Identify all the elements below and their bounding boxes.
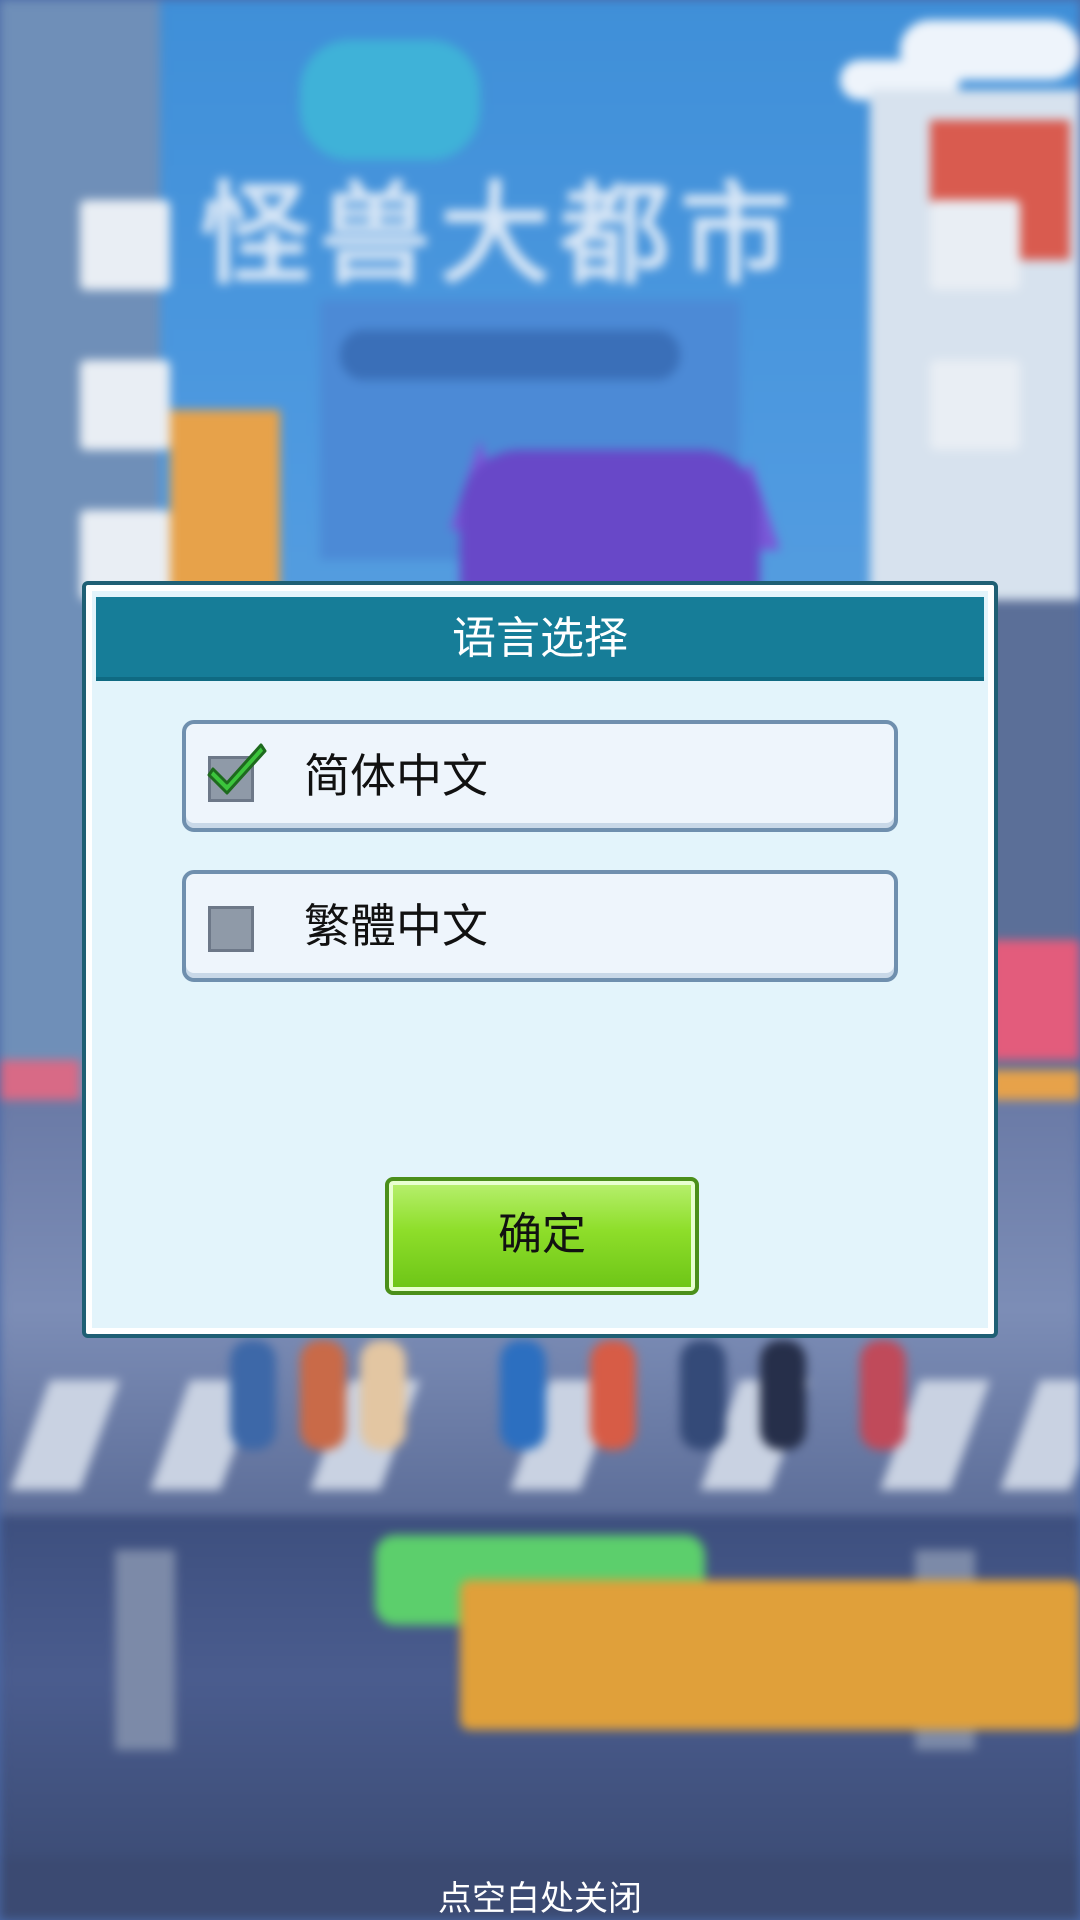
language-dialog: 语言选择 简体中文 繁體中文 确定 (82, 581, 998, 1338)
sign-icon (80, 360, 170, 450)
pedestrian (860, 1340, 906, 1450)
sign-icon (80, 200, 170, 290)
pedestrian (760, 1340, 806, 1450)
sign-icon (930, 360, 1020, 450)
sign-icon (930, 200, 1020, 290)
building (990, 940, 1080, 1060)
station-pillar (115, 1550, 175, 1750)
close-hint-text[interactable]: 点空白处关闭 (0, 1878, 1080, 1920)
game-logo: 怪兽大都市 (200, 171, 800, 299)
pedestrian (590, 1340, 636, 1450)
logo-subtitle-plate (340, 330, 680, 380)
language-option-traditional[interactable]: 繁體中文 (182, 870, 898, 982)
dragon-character (300, 40, 480, 160)
dialog-title: 语言选择 (452, 613, 628, 664)
dialog-title-bar: 语言选择 (96, 597, 984, 681)
checkbox-unchecked[interactable] (208, 906, 254, 952)
pedestrian (360, 1340, 406, 1450)
language-label: 繁體中文 (304, 899, 488, 953)
checkmark-icon (207, 743, 267, 795)
pedestrian (500, 1340, 546, 1450)
confirm-label: 确定 (498, 1209, 586, 1260)
checkbox-checked[interactable] (207, 743, 267, 802)
language-label: 简体中文 (304, 749, 488, 803)
language-option-simplified[interactable]: 简体中文 (182, 720, 898, 832)
confirm-button[interactable]: 确定 (385, 1177, 699, 1295)
pedestrian (230, 1340, 276, 1450)
train (460, 1580, 1080, 1730)
pedestrian (680, 1340, 726, 1450)
pedestrian (300, 1340, 346, 1450)
